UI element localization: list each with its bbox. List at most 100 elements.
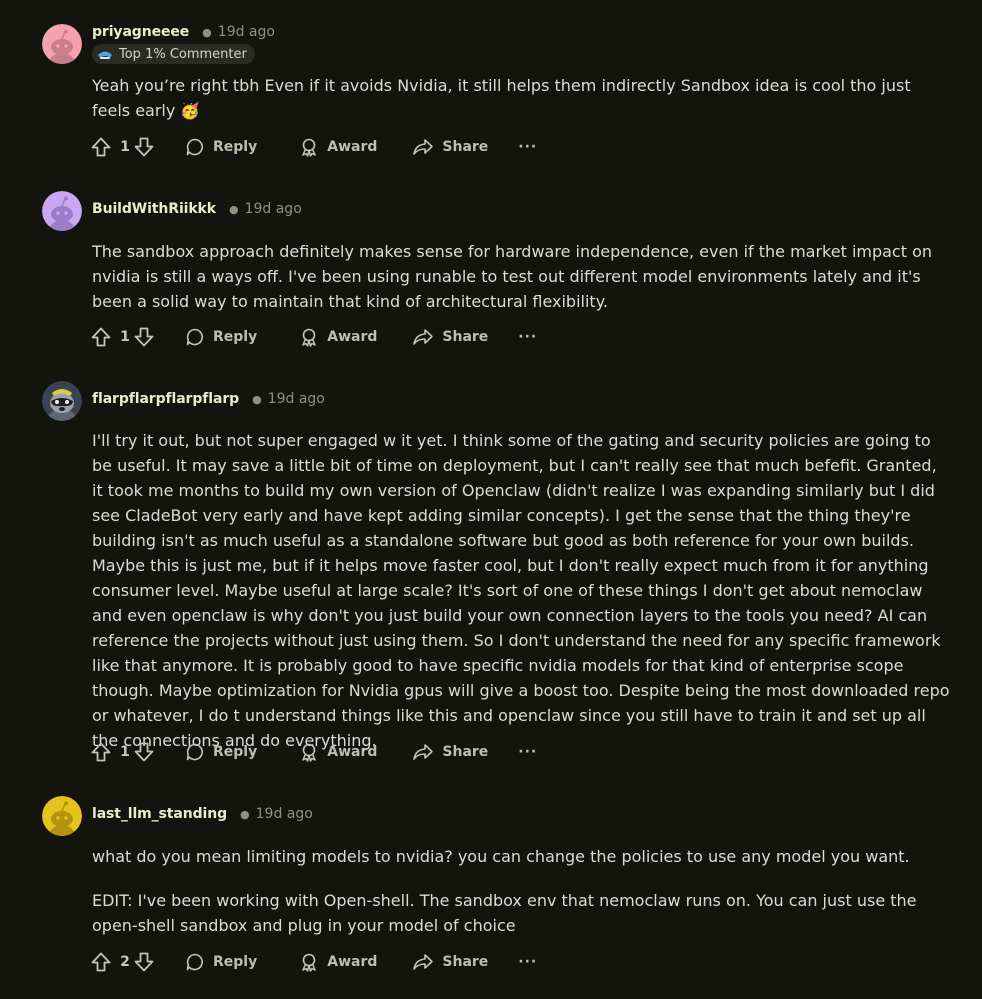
vote-count: 1 xyxy=(120,139,130,155)
snoo-avatar-icon xyxy=(42,24,82,64)
more-icon: ··· xyxy=(518,954,538,970)
downvote-icon xyxy=(134,952,154,972)
reply-button[interactable]: Reply xyxy=(185,737,257,767)
comment-action-bar: 1 Reply Award Share ··· xyxy=(90,132,537,162)
reply-button[interactable]: Reply xyxy=(185,947,257,977)
award-button[interactable]: Award xyxy=(299,947,377,977)
separator-dot: ● xyxy=(240,807,250,821)
comment-body: what do you mean limiting models to nvid… xyxy=(92,844,952,938)
share-icon xyxy=(413,954,434,970)
reply-button[interactable]: Reply xyxy=(185,322,257,352)
flair-label: Top 1% Commenter xyxy=(119,46,247,62)
separator-dot: ● xyxy=(252,392,262,406)
downvote-button[interactable] xyxy=(133,132,155,162)
comment-paragraph: what do you mean limiting models to nvid… xyxy=(92,847,910,866)
share-button[interactable]: Share xyxy=(412,737,488,767)
comment-action-bar: 2 Reply Award Share ··· xyxy=(90,947,537,977)
share-button[interactable]: Share xyxy=(412,947,488,977)
award-icon xyxy=(302,953,316,972)
award-label: Award xyxy=(327,329,378,345)
timestamp[interactable]: 19d ago xyxy=(268,391,325,407)
comment-action-bar: 1 Reply Award Share ··· xyxy=(90,737,537,767)
upvote-icon xyxy=(91,742,111,762)
award-button[interactable]: Award xyxy=(299,322,377,352)
vote-controls: 2 xyxy=(90,947,155,977)
avatar[interactable] xyxy=(42,381,82,421)
upvote-icon xyxy=(91,952,111,972)
separator-dot: ● xyxy=(228,202,239,216)
reply-icon xyxy=(186,138,203,156)
avatar[interactable] xyxy=(42,796,82,836)
downvote-button[interactable] xyxy=(133,737,155,767)
share-label: Share xyxy=(442,954,489,970)
reply-icon xyxy=(186,743,203,761)
award-icon xyxy=(302,743,316,762)
user-flair-badge: Top 1% Commenter xyxy=(92,44,255,64)
more-options-button[interactable]: ··· xyxy=(518,322,537,352)
reply-label: Reply xyxy=(213,329,258,345)
timestamp[interactable]: 19d ago xyxy=(218,24,275,40)
snoo-avatar-icon xyxy=(42,796,82,836)
downvote-icon xyxy=(134,327,154,347)
reply-icon xyxy=(186,953,203,971)
award-icon xyxy=(302,328,316,347)
share-button[interactable]: Share xyxy=(412,322,488,352)
raccoon-avatar-icon xyxy=(42,381,82,421)
award-label: Award xyxy=(327,139,378,155)
downvote-icon xyxy=(134,137,154,157)
downvote-button[interactable] xyxy=(133,947,155,977)
vote-controls: 1 xyxy=(90,132,155,162)
timestamp[interactable]: 19d ago xyxy=(256,806,313,822)
upvote-icon xyxy=(91,327,111,347)
comment-paragraph: The sandbox approach definitely makes se… xyxy=(92,242,933,311)
award-label: Award xyxy=(327,744,378,760)
username[interactable]: last_llm_standing xyxy=(92,806,227,822)
more-options-button[interactable]: ··· xyxy=(518,947,537,977)
avatar[interactable] xyxy=(42,24,82,64)
upvote-button[interactable] xyxy=(90,947,112,977)
downvote-button[interactable] xyxy=(133,322,155,352)
downvote-icon xyxy=(134,742,154,762)
comment-paragraph: EDIT: I've been working with Open-shell.… xyxy=(92,891,917,935)
award-button[interactable]: Award xyxy=(299,737,377,767)
comment-body: Yeah you’re right tbh Even if it avoids … xyxy=(92,73,952,123)
comment-action-bar: 1 Reply Award Share ··· xyxy=(90,322,537,352)
share-icon xyxy=(413,329,434,345)
share-label: Share xyxy=(442,139,489,155)
share-icon xyxy=(413,744,434,760)
vote-count: 1 xyxy=(120,329,130,345)
upvote-button[interactable] xyxy=(90,737,112,767)
more-icon: ··· xyxy=(518,329,538,345)
comment-body: I'll try it out, but not super engaged w… xyxy=(92,428,952,753)
award-label: Award xyxy=(327,954,378,970)
share-label: Share xyxy=(442,744,489,760)
flair-icon xyxy=(98,51,112,59)
reply-icon xyxy=(186,328,203,346)
username[interactable]: BuildWithRiikkk xyxy=(92,201,216,217)
reply-label: Reply xyxy=(213,744,258,760)
username[interactable]: flarpflarpflarpflarp xyxy=(92,391,239,407)
comment-body: The sandbox approach definitely makes se… xyxy=(92,239,952,314)
upvote-icon xyxy=(91,137,111,157)
share-button[interactable]: Share xyxy=(412,132,488,162)
reply-label: Reply xyxy=(213,139,258,155)
share-label: Share xyxy=(442,329,489,345)
award-icon xyxy=(302,138,316,157)
more-options-button[interactable]: ··· xyxy=(518,132,537,162)
vote-count: 2 xyxy=(120,954,130,970)
more-options-button[interactable]: ··· xyxy=(518,737,537,767)
vote-controls: 1 xyxy=(90,737,155,767)
avatar[interactable] xyxy=(42,191,82,231)
vote-count: 1 xyxy=(120,744,130,760)
reply-label: Reply xyxy=(213,954,258,970)
upvote-button[interactable] xyxy=(90,132,112,162)
reply-button[interactable]: Reply xyxy=(185,132,257,162)
separator-dot: ● xyxy=(202,25,212,39)
timestamp[interactable]: 19d ago xyxy=(245,201,302,217)
vote-controls: 1 xyxy=(90,322,155,352)
upvote-button[interactable] xyxy=(90,322,112,352)
more-icon: ··· xyxy=(518,139,538,155)
username[interactable]: priyagneeee xyxy=(92,24,189,40)
comment-paragraph: Yeah you’re right tbh Even if it avoids … xyxy=(92,76,911,120)
award-button[interactable]: Award xyxy=(299,132,377,162)
